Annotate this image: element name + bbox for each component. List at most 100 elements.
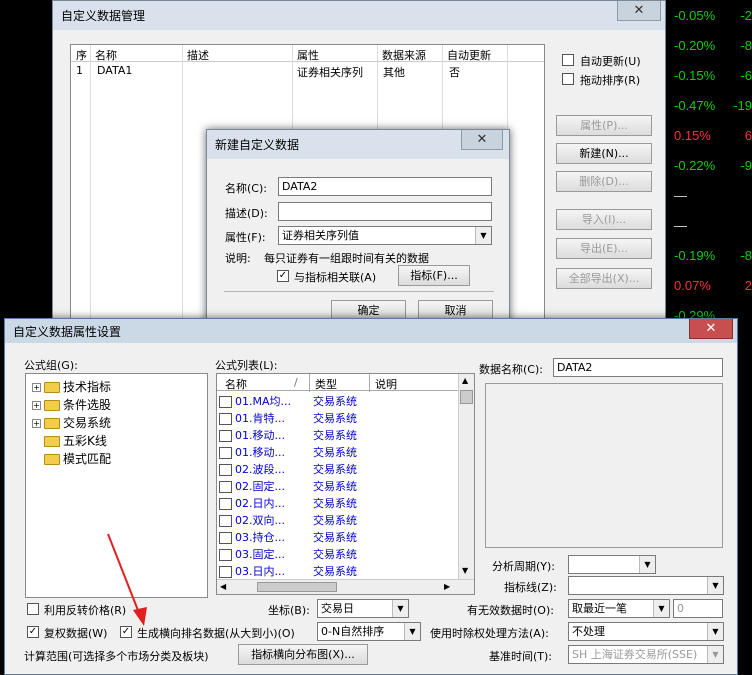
scroll-up-icon[interactable]: ▲ [462,376,468,385]
annotation-arrow [107,533,147,626]
formula-name: 02.双向... [235,514,285,527]
property-close-button[interactable]: ✕ [689,319,733,339]
expand-icon[interactable]: + [32,383,41,392]
scroll-thumb[interactable] [460,390,473,404]
property-title: 自定义数据属性设置 [13,325,122,339]
manager-close-button[interactable]: ✕ [617,1,661,21]
new-button[interactable]: 新建(N)... [556,143,652,164]
name-input[interactable]: DATA2 [278,177,492,196]
rank-sort-value: 0-N自然排序 [321,625,385,638]
col-name: 名称 [95,49,117,62]
desc-input[interactable] [278,202,492,221]
folder-icon [44,436,60,447]
reverse-price-checkbox[interactable] [27,603,39,615]
scroll-right-icon[interactable]: ▶ [444,582,450,591]
period-select[interactable]: ▼ [568,555,656,574]
tree-item[interactable]: + 条件选股 [32,396,111,414]
quote-row: — [668,186,752,210]
tree-item[interactable]: + 交易系统 [32,414,111,432]
coord-select[interactable]: 交易日 ▼ [317,599,409,618]
formula-row[interactable]: 01.移动... 交易系统 [219,444,357,461]
formula-list-header: 名称 / 类型 说明 [217,374,458,391]
row-name: DATA1 [97,64,133,77]
formula-row[interactable]: 02.固定... 交易系统 [219,478,357,495]
attr-button[interactable]: 属性(P)... [556,115,652,136]
formula-row[interactable]: 02.日内... 交易系统 [219,495,357,512]
formula-name: 03.日内... [235,565,285,578]
quote-change-pct: -0.22% [674,158,716,173]
formula-row[interactable]: 03.日内... 交易系统 [219,563,357,579]
row-auto: 否 [449,66,460,79]
note-label: 说明: [225,252,251,265]
formula-type: 交易系统 [313,429,357,442]
formula-icon [219,430,232,442]
auto-update-checkbox[interactable] [562,54,574,66]
formula-icon [219,549,232,561]
formula-row[interactable]: 01.MA均... 交易系统 [219,393,357,410]
formula-type: 交易系统 [313,531,357,544]
expand-icon[interactable]: + [32,419,41,428]
formula-name: 01.移动... [235,446,285,459]
formula-list-vscroll[interactable]: ▲ ▼ [458,374,474,579]
formula-row[interactable]: 02.双向... 交易系统 [219,512,357,529]
scroll-left-icon[interactable]: ◀ [220,582,226,591]
base-time-value: SH 上海证券交易所(SSE) [572,648,698,661]
formula-type: 交易系统 [313,412,357,425]
link-indicator-label: 与指标相关联(A) [294,271,377,284]
import-button[interactable]: 导入(I)... [556,209,652,230]
link-indicator-checkbox[interactable]: ✓ [277,270,289,282]
new-dialog-title: 新建自定义数据 [215,138,300,152]
table-row[interactable]: 1 DATA1 证券相关序列 其他 否 [71,63,544,80]
drag-sort-label: 拖动排序(R) [580,74,641,87]
quote-row: — [668,216,752,240]
description-area [485,383,723,548]
export-button[interactable]: 导出(E)... [556,238,652,259]
quote-row: -0.15% -6 [668,66,752,90]
chevron-down-icon: ▼ [707,646,723,663]
tree-item[interactable]: + 技术指标 [32,378,111,396]
formula-row[interactable]: 02.波段... 交易系统 [219,461,357,478]
chevron-down-icon: ▼ [392,600,408,617]
invalid-data-number[interactable]: 0 [673,599,723,618]
tree-item[interactable]: 五彩K线 [44,432,107,450]
scroll-down-icon[interactable]: ▼ [462,566,468,575]
expand-icon[interactable]: + [32,401,41,410]
sort-indicator: / [294,376,298,389]
formula-type: 交易系统 [313,548,357,561]
quote-change: -19 [733,98,752,113]
new-dialog-close-button[interactable]: ✕ [461,130,503,150]
chevron-down-icon: ▼ [653,600,669,617]
data-name-input[interactable]: DATA2 [553,358,723,377]
base-time-select[interactable]: SH 上海证券交易所(SSE) ▼ [568,645,724,664]
formula-row[interactable]: 03.固定... 交易系统 [219,546,357,563]
manager-titlebar: 自定义数据管理 [53,1,665,30]
hscroll-thumb[interactable] [257,582,337,592]
xr-method-value: 不处理 [572,625,605,638]
formula-row[interactable]: 01.移动... 交易系统 [219,427,357,444]
drag-sort-checkbox[interactable] [562,73,574,85]
export-all-button[interactable]: 全部导出(X)... [556,268,652,289]
formula-row[interactable]: 03.持仓... 交易系统 [219,529,357,546]
tree-item[interactable]: 模式匹配 [44,450,111,468]
adjusted-data-checkbox[interactable]: ✓ [27,626,39,638]
formula-row[interactable]: 01.肯特... 交易系统 [219,410,357,427]
delete-button[interactable]: 删除(D)... [556,171,652,192]
indicator-button[interactable]: 指标(F)... [398,265,470,286]
distribution-chart-button[interactable]: 指标横向分布图(X)... [238,644,368,665]
invalid-data-select[interactable]: 取最近一笔 ▼ [568,599,670,618]
formula-icon [219,566,232,578]
quote-row: 0.07% 2 [668,276,752,300]
rank-sort-select[interactable]: 0-N自然排序 ▼ [317,622,421,641]
formula-type: 交易系统 [313,395,357,408]
adjusted-data-label: 复权数据(W) [44,627,108,640]
tree-item-label: 交易系统 [63,416,112,430]
formula-list-hscroll[interactable]: ◀ ▶ [217,579,474,594]
indicator-line-select[interactable]: ▼ [568,576,724,595]
attr-select[interactable]: 证券相关序列值 ▼ [278,226,492,245]
chevron-down-icon: ▼ [639,556,655,573]
chevron-down-icon: ▼ [404,623,420,640]
chevron-down-icon: ▼ [707,623,723,640]
xr-method-select[interactable]: 不处理 ▼ [568,622,724,641]
folder-icon [44,382,60,393]
folder-icon [44,418,60,429]
